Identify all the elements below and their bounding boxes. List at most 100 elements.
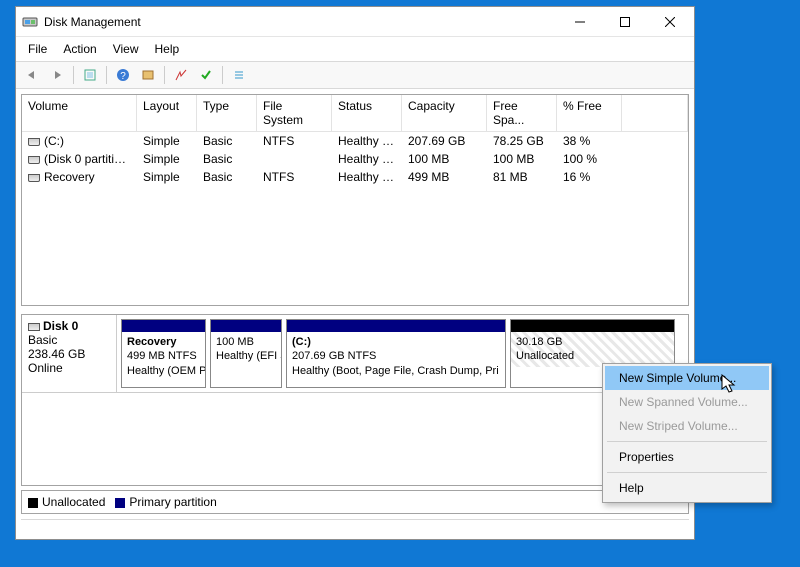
volume-row[interactable]: (C:)SimpleBasicNTFSHealthy (B...207.69 G… <box>22 132 688 150</box>
partition[interactable]: Recovery499 MB NTFSHealthy (OEM Partit <box>121 319 206 388</box>
drive-icon <box>28 174 40 182</box>
context-item[interactable]: Properties <box>605 445 769 469</box>
volume-cell: Simple <box>137 168 197 186</box>
action-icon[interactable] <box>170 65 192 85</box>
toolbar-separator <box>164 66 165 84</box>
context-separator <box>607 441 767 442</box>
check-icon[interactable] <box>195 65 217 85</box>
drive-icon <box>28 156 40 164</box>
context-item[interactable]: New Simple Volume... <box>605 366 769 390</box>
toolbar-separator <box>222 66 223 84</box>
partition-header <box>211 320 281 332</box>
volume-cell: 38 % <box>557 132 622 150</box>
context-item: New Striped Volume... <box>605 414 769 438</box>
column-header[interactable]: Status <box>332 95 402 131</box>
disk-state: Online <box>28 361 110 375</box>
partition-body: (C:)207.69 GB NTFSHealthy (Boot, Page Fi… <box>287 332 505 381</box>
volume-cell: Healthy (... <box>332 168 402 186</box>
volume-cell: Simple <box>137 150 197 168</box>
volume-cell: Recovery <box>22 168 137 186</box>
column-header[interactable]: File System <box>257 95 332 131</box>
legend: Unallocated Primary partition <box>21 490 689 514</box>
disk-icon <box>28 323 40 331</box>
volume-cell: (C:) <box>22 132 137 150</box>
app-icon <box>22 14 38 30</box>
disk-management-window: Disk Management File Action View Help ? … <box>15 6 695 540</box>
context-separator <box>607 472 767 473</box>
menu-help[interactable]: Help <box>147 39 188 59</box>
volume-cell: NTFS <box>257 132 332 150</box>
volume-row[interactable]: (Disk 0 partition 2)SimpleBasic Healthy (… <box>22 150 688 168</box>
disk-label[interactable]: Disk 0 Basic 238.46 GB Online <box>22 315 117 392</box>
disk-name: Disk 0 <box>43 319 78 333</box>
partition[interactable]: (C:)207.69 GB NTFSHealthy (Boot, Page Fi… <box>286 319 506 388</box>
disk-row: Disk 0 Basic 238.46 GB Online Recovery49… <box>22 315 688 393</box>
refresh-icon[interactable] <box>79 65 101 85</box>
svg-text:?: ? <box>120 71 126 82</box>
volume-row[interactable]: RecoverySimpleBasicNTFSHealthy (...499 M… <box>22 168 688 186</box>
window-controls <box>557 8 692 36</box>
volume-list[interactable]: VolumeLayoutTypeFile SystemStatusCapacit… <box>21 94 689 306</box>
help-icon[interactable]: ? <box>112 65 134 85</box>
volume-cell: 499 MB <box>402 168 487 186</box>
column-header[interactable]: Type <box>197 95 257 131</box>
column-header[interactable]: Layout <box>137 95 197 131</box>
column-header[interactable]: Capacity <box>402 95 487 131</box>
legend-primary: Primary partition <box>129 495 216 509</box>
volume-cell: 78.25 GB <box>487 132 557 150</box>
column-header[interactable]: % Free <box>557 95 622 131</box>
volume-cell: Healthy (E... <box>332 150 402 168</box>
legend-unallocated: Unallocated <box>42 495 105 509</box>
volume-cell: Basic <box>197 150 257 168</box>
menu-action[interactable]: Action <box>55 39 104 59</box>
column-header-extra[interactable] <box>622 95 688 131</box>
partition[interactable]: 100 MBHealthy (EFI S <box>210 319 282 388</box>
maximize-button[interactable] <box>602 8 647 36</box>
volume-cell: NTFS <box>257 168 332 186</box>
menu-view[interactable]: View <box>105 39 147 59</box>
partition-body: 30.18 GBUnallocated <box>511 332 674 367</box>
partition-header <box>511 320 674 332</box>
window-title: Disk Management <box>44 15 557 29</box>
toolbar-separator <box>106 66 107 84</box>
drive-icon <box>28 138 40 146</box>
volume-cell: 81 MB <box>487 168 557 186</box>
volume-cell: Healthy (B... <box>332 132 402 150</box>
legend-swatch-primary <box>115 498 125 508</box>
disk-size: 238.46 GB <box>28 347 110 361</box>
column-header[interactable]: Free Spa... <box>487 95 557 131</box>
volume-cell <box>257 150 332 168</box>
context-item: New Spanned Volume... <box>605 390 769 414</box>
forward-button[interactable] <box>46 65 68 85</box>
volume-cell: 100 MB <box>487 150 557 168</box>
partition-body: 100 MBHealthy (EFI S <box>211 332 281 367</box>
partition-header <box>122 320 205 332</box>
titlebar: Disk Management <box>16 7 694 37</box>
menubar: File Action View Help <box>16 37 694 62</box>
close-button[interactable] <box>647 8 692 36</box>
column-header[interactable]: Volume <box>22 95 137 131</box>
volume-cell: 100 % <box>557 150 622 168</box>
volume-list-header: VolumeLayoutTypeFile SystemStatusCapacit… <box>22 95 688 132</box>
disk-type: Basic <box>28 333 110 347</box>
statusbar <box>21 519 689 535</box>
legend-swatch-unallocated <box>28 498 38 508</box>
context-item[interactable]: Help <box>605 476 769 500</box>
volume-cell: 207.69 GB <box>402 132 487 150</box>
context-menu: New Simple Volume...New Spanned Volume..… <box>602 363 772 503</box>
volume-cell: (Disk 0 partition 2) <box>22 150 137 168</box>
partition-header <box>287 320 505 332</box>
settings-icon[interactable] <box>137 65 159 85</box>
volume-cell: Basic <box>197 132 257 150</box>
volume-cell: 100 MB <box>402 150 487 168</box>
toolbar-separator <box>73 66 74 84</box>
minimize-button[interactable] <box>557 8 602 36</box>
toolbar: ? <box>16 62 694 89</box>
partition-body: Recovery499 MB NTFSHealthy (OEM Partit <box>122 332 205 381</box>
back-button[interactable] <box>21 65 43 85</box>
list-icon[interactable] <box>228 65 250 85</box>
volume-cell: Simple <box>137 132 197 150</box>
menu-file[interactable]: File <box>20 39 55 59</box>
graphical-view: Disk 0 Basic 238.46 GB Online Recovery49… <box>21 314 689 486</box>
volume-cell: Basic <box>197 168 257 186</box>
